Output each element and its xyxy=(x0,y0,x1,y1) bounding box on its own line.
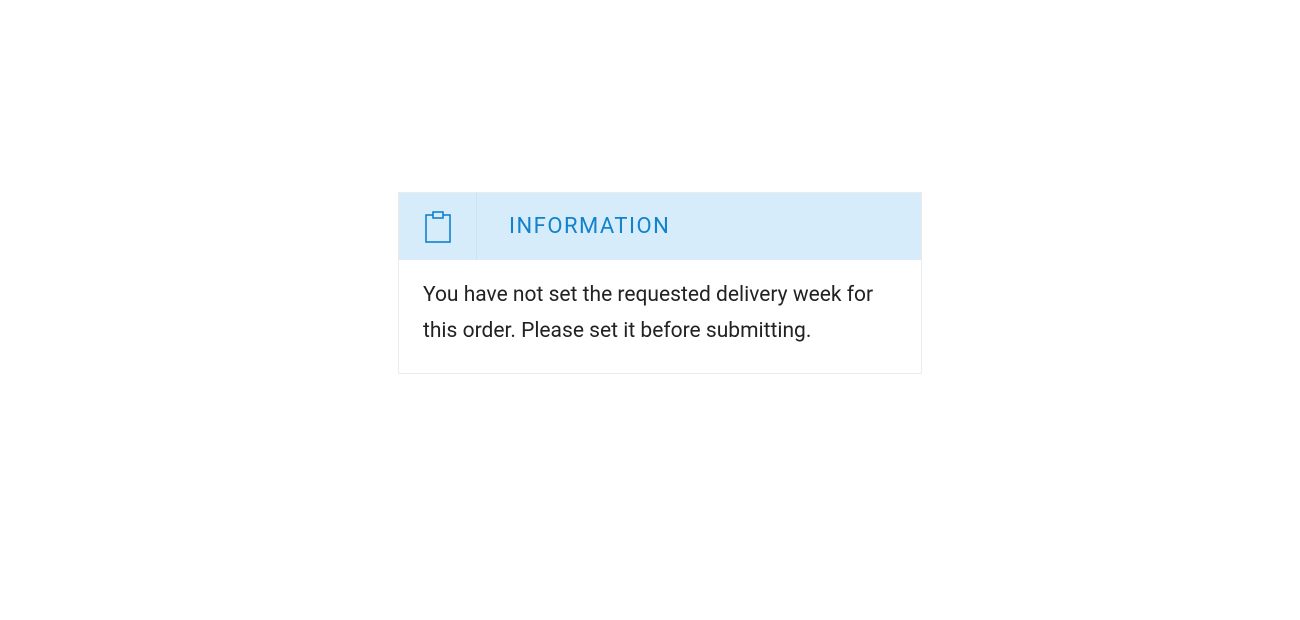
information-message: You have not set the requested delivery … xyxy=(399,260,921,373)
information-panel: INFORMATION You have not set the request… xyxy=(398,192,922,374)
clipboard-icon xyxy=(399,193,477,260)
information-title: INFORMATION xyxy=(477,193,921,260)
information-header: INFORMATION xyxy=(399,193,921,260)
